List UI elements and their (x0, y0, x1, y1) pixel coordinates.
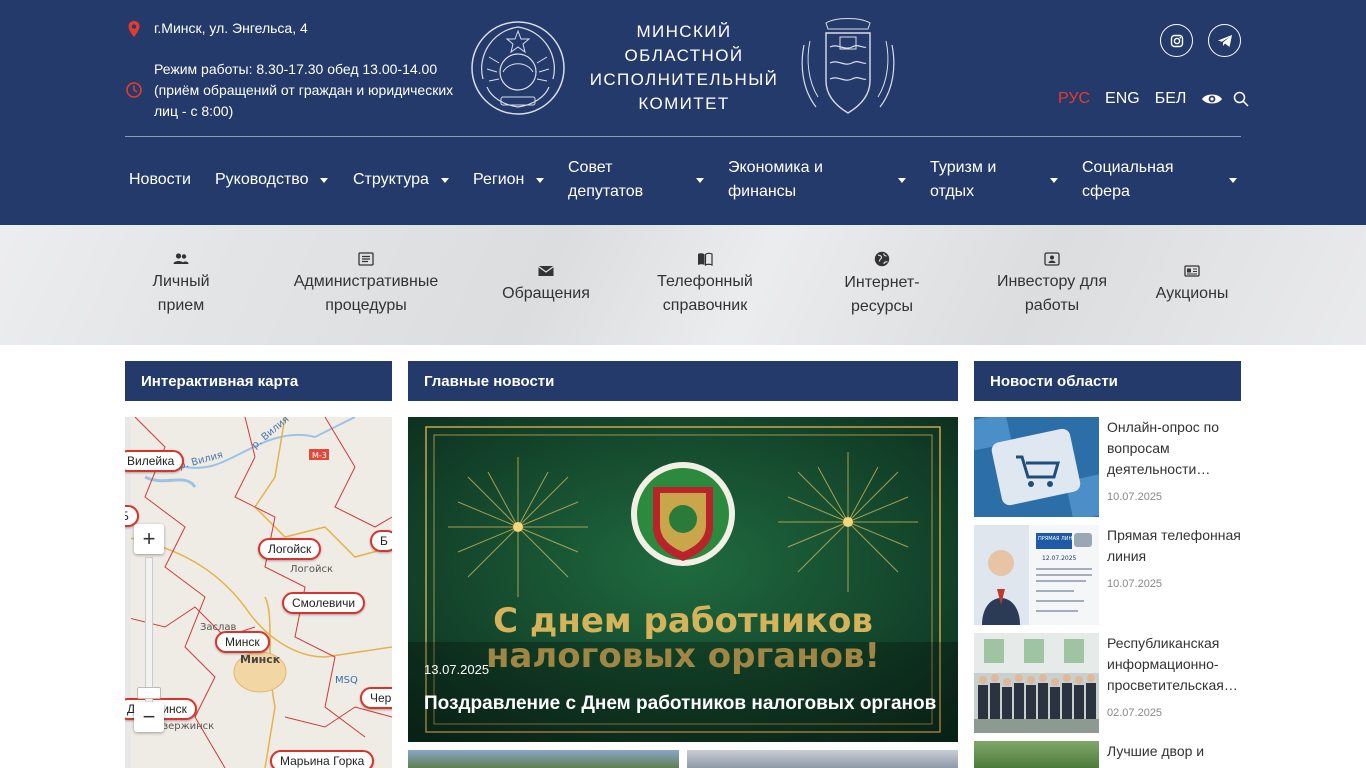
map-marker-smolevichi[interactable]: Смолевичи (282, 592, 366, 614)
region-news-item[interactable]: Онлайн-опрос по вопросам деятельности… 1… (974, 417, 1241, 517)
chevron-down-icon (1050, 178, 1058, 183)
language-switcher: РУС ENG БЕЛ (1058, 88, 1249, 110)
chevron-down-icon (696, 178, 704, 183)
region-news-title[interactable]: Прямая телефонная линия (1107, 525, 1241, 567)
quick-link-appeals[interactable]: Обращения (496, 225, 596, 345)
main-news-date: 13.07.2025 (424, 662, 490, 677)
main-news-card[interactable]: С днем работников налоговых органов! 13.… (408, 417, 958, 742)
book-icon (698, 252, 713, 266)
hotline-poster-image: ПРЯМАЯ ЛИНИЯ 12.07.2025 (974, 525, 1099, 625)
region-news-image (974, 741, 1099, 768)
envelope-icon (538, 266, 554, 276)
nav-item-leadership[interactable]: Руководство (215, 150, 309, 210)
region-news-item[interactable]: ПРЯМАЯ ЛИНИЯ 12.07.2025 Прямая телефонна… (974, 525, 1241, 625)
map-zoom-out-button[interactable]: − (134, 702, 164, 732)
city-label: Минск (240, 653, 281, 666)
map-zoom-slider[interactable] (145, 557, 153, 707)
quick-links-bar: Личный прием Административные процедуры … (0, 225, 1366, 345)
main-news-title[interactable]: Поздравление с Днем работников налоговых… (424, 693, 936, 715)
chevron-down-icon (1229, 178, 1237, 183)
poster-heading: ПРЯМАЯ ЛИНИЯ (1038, 536, 1080, 542)
instagram-link[interactable] (1160, 24, 1193, 57)
region-news-title[interactable]: Онлайн-опрос по вопросам деятельности… (1107, 417, 1241, 480)
chevron-down-icon (320, 178, 328, 183)
lang-ru[interactable]: РУС (1058, 90, 1090, 108)
contact-info: г.Минск, ул. Энгельса, 4 Режим работы: 8… (125, 18, 455, 122)
auction-icon (1184, 265, 1200, 277)
road-label: М-3 (312, 451, 327, 460)
poster-date: 12.07.2025 (1042, 555, 1077, 562)
region-news-image (974, 417, 1099, 517)
org-title: МИНСКИЙ ОБЛАСТНОЙ ИСПОЛНИТЕЛЬНЫЙ КОМИТЕТ (589, 22, 779, 113)
lang-be[interactable]: БЕЛ (1155, 90, 1187, 108)
region-news-section-title[interactable]: Новости области (974, 361, 1241, 401)
quick-link-auctions[interactable]: Аукционы (1152, 225, 1232, 345)
minsk-region-coat-of-arms[interactable] (796, 15, 900, 121)
investor-icon (1044, 252, 1060, 266)
news-thumbnail[interactable] (687, 750, 958, 768)
globe-icon (874, 251, 890, 267)
quick-link-internet-resources[interactable]: Интернет-ресурсы (832, 225, 932, 345)
quick-link-phone-directory[interactable]: Телефонный справочник (640, 225, 770, 345)
region-news-title[interactable]: Лучшие двор и (1107, 741, 1241, 762)
nav-item-news[interactable]: Новости (129, 150, 191, 210)
airport-label: MSQ (335, 675, 358, 686)
chevron-down-icon (441, 178, 449, 183)
region-news-date: 02.07.2025 (1107, 707, 1163, 719)
location-pin-icon (128, 21, 140, 37)
list-icon (358, 252, 374, 266)
main-news-section-title[interactable]: Главные новости (408, 361, 958, 401)
quick-link-personal-reception[interactable]: Личный прием (131, 225, 231, 345)
nav-item-economy[interactable]: Экономика и финансы (728, 150, 848, 210)
map-marker-maryina-gorka[interactable]: Марьина Горка (270, 750, 375, 768)
region-news-title[interactable]: Республиканская информационно-просветите… (1107, 633, 1241, 696)
nav-item-council[interactable]: Совет депутатов (568, 150, 678, 210)
telegram-link[interactable] (1208, 24, 1241, 57)
hours-row: Режим работы: 8.30-17.30 обед 13.00-14.0… (125, 59, 455, 122)
region-news-item[interactable]: Лучшие двор и (974, 741, 1241, 768)
nav-item-region[interactable]: Регион (473, 150, 524, 210)
site-header: г.Минск, ул. Энгельса, 4 Режим работы: 8… (0, 0, 1366, 225)
instagram-icon (1170, 34, 1183, 47)
interactive-map[interactable]: М-3 р. Вилия р. Вилия Логойск Заслав Мин… (125, 417, 392, 768)
region-news-item[interactable]: Республиканская информационно-просветите… (974, 633, 1241, 733)
group-photo-image (974, 633, 1099, 733)
region-news-image: ПРЯМАЯ ЛИНИЯ 12.07.2025 (974, 525, 1099, 625)
map-marker-logoysk[interactable]: Логойск (258, 538, 322, 560)
map-marker[interactable]: Вилейка (125, 450, 185, 472)
quick-link-admin-procedures[interactable]: Административные процедуры (286, 225, 446, 345)
quick-link-investor[interactable]: Инвестору для работы (987, 225, 1117, 345)
address-row: г.Минск, ул. Энгельса, 4 (125, 18, 455, 39)
clock-icon (126, 82, 142, 98)
region-news-date: 10.07.2025 (1107, 491, 1163, 503)
chevron-down-icon (898, 178, 906, 183)
region-news-image (974, 633, 1099, 733)
search-icon[interactable] (1233, 91, 1249, 107)
region-news-date: 10.07.2025 (1107, 578, 1163, 590)
main-nav: Новости Руководство Структура Регион Сов… (125, 150, 1241, 210)
address-text: г.Минск, ул. Энгельса, 4 (154, 20, 308, 36)
chevron-down-icon (536, 178, 544, 183)
users-icon (173, 253, 189, 264)
map-marker[interactable]: Б (370, 530, 392, 552)
nav-item-tourism[interactable]: Туризм и отдых (930, 150, 1020, 210)
map-section-title[interactable]: Интерактивная карта (125, 361, 392, 401)
shopping-cart-key-image (974, 417, 1099, 517)
lang-en[interactable]: ENG (1105, 90, 1140, 108)
hours-text: Режим работы: 8.30-17.30 обед 13.00-14.0… (154, 61, 454, 119)
header-divider (125, 136, 1241, 137)
nav-item-structure[interactable]: Структура (353, 150, 429, 210)
map-marker[interactable]: Черв (360, 687, 392, 709)
town-label: Логойск (290, 564, 333, 575)
banner-line-1: С днем работников (493, 601, 873, 641)
map-zoom-handle[interactable] (137, 687, 161, 699)
telegram-icon (1217, 34, 1232, 47)
visually-impaired-eye-icon[interactable] (1201, 92, 1223, 106)
map-marker-minsk[interactable]: Минск (215, 631, 270, 653)
news-thumbnail[interactable] (408, 750, 679, 768)
belarus-emblem[interactable] (469, 17, 567, 119)
map-zoom-in-button[interactable]: + (134, 524, 164, 554)
nav-item-social[interactable]: Социальная сфера (1082, 150, 1192, 210)
